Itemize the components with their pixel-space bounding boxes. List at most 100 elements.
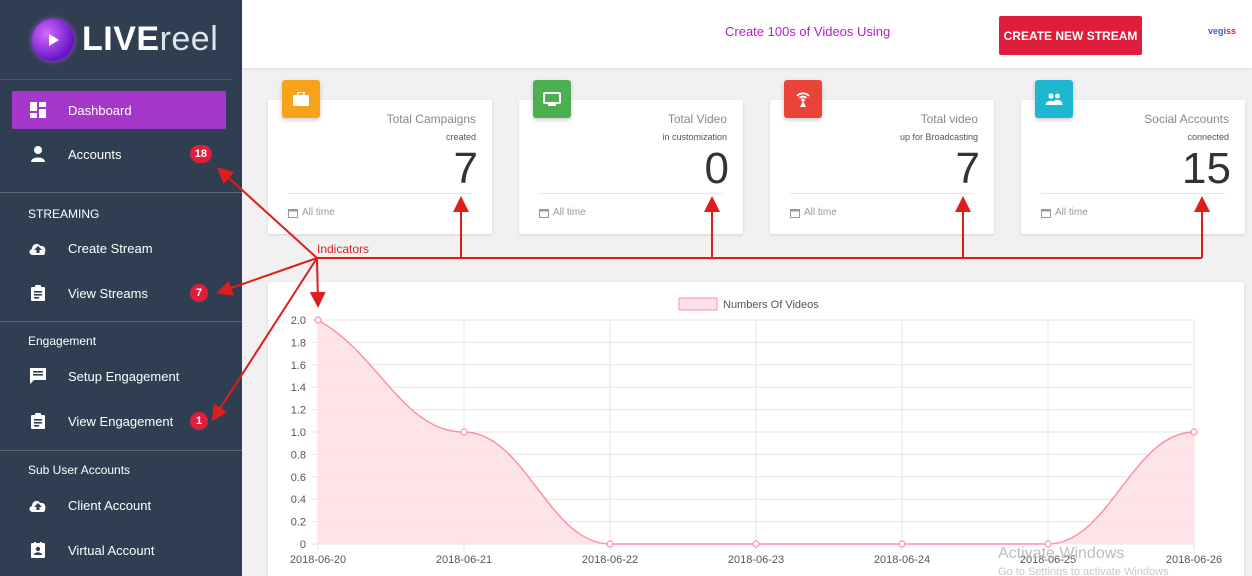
y-tick-label: 1.0 [291, 427, 306, 439]
y-tick-label: 1.2 [291, 405, 306, 417]
x-tick-label: 2018-06-24 [874, 554, 930, 566]
briefcase-icon [282, 80, 320, 118]
play-logo-icon [32, 18, 74, 61]
card-title: Total Video [667, 112, 727, 126]
sidebar-item-label: View Engagement [68, 413, 174, 429]
windows-watermark-sub: Go to Settings to activate Windows [998, 566, 1169, 576]
data-point [460, 428, 468, 436]
people-icon [1035, 80, 1073, 118]
annotation-label: Indicators [317, 242, 370, 256]
data-point [314, 316, 322, 324]
sidebar-item-virtual-account[interactable]: Virtual Account [12, 531, 226, 569]
promo-marquee[interactable]: Create 100s of Videos Using [725, 24, 900, 39]
sidebar-item-view-engagement[interactable]: View Engagement 1 [12, 402, 226, 440]
data-point [1190, 428, 1198, 436]
calendar-icon [1041, 208, 1051, 218]
sidebar-item-client-account[interactable]: Client Account [12, 486, 226, 524]
calendar-icon [790, 208, 800, 218]
card-subtitle: in customization [662, 132, 727, 142]
create-new-stream-button[interactable]: CREATE NEW STREAM [999, 16, 1142, 55]
sidebar-item-label: Virtual Account [68, 542, 155, 558]
cloud-upload-icon [28, 496, 48, 514]
sidebar-item-label: Create Stream [68, 240, 153, 256]
y-tick-label: 1.8 [291, 337, 306, 349]
x-tick-label: 2018-06-22 [582, 554, 638, 566]
logo-text: LIVEreel [82, 20, 219, 58]
app-logo[interactable]: LIVEreel [0, 0, 232, 80]
card-subtitle: up for Broadcasting [899, 132, 978, 142]
section-title-streaming: STREAMING [28, 207, 100, 221]
sidebar-divider [0, 192, 242, 193]
y-tick-label: 1.4 [291, 382, 306, 394]
y-tick-label: 0 [300, 539, 306, 551]
sidebar-item-label: Setup Engagement [68, 368, 180, 384]
stat-card-social-accounts: Social Accounts connected 15 All time [1021, 80, 1245, 234]
monitor-icon [533, 80, 571, 118]
x-tick-label: 2018-06-26 [1166, 554, 1222, 566]
data-point [606, 540, 614, 548]
x-tick-label: 2018-06-21 [436, 554, 492, 566]
card-subtitle: created [445, 132, 476, 142]
sidebar: LIVEreel Dashboard Accounts 18 STREAMING… [0, 0, 242, 576]
data-point [898, 540, 906, 548]
sidebar-item-dashboard[interactable]: Dashboard [12, 91, 226, 129]
calendar-icon [539, 208, 549, 218]
legend-label: Numbers Of Videos [723, 299, 819, 311]
sidebar-item-label: Client Account [68, 497, 152, 513]
sidebar-divider [0, 321, 242, 322]
clipboard-icon [28, 412, 48, 430]
broadcast-icon [784, 80, 822, 118]
card-footer: All time [288, 207, 335, 218]
top-header: Create 100s of Videos Using CREATE NEW S… [242, 0, 1252, 68]
card-footer: All time [790, 207, 837, 218]
data-point [752, 540, 760, 548]
sidebar-item-accounts[interactable]: Accounts 18 [12, 135, 226, 173]
calendar-icon [288, 208, 298, 218]
legend-swatch [678, 297, 718, 311]
y-tick-label: 1.6 [291, 360, 306, 372]
card-divider [790, 193, 974, 194]
y-tick-label: 0.6 [291, 472, 306, 484]
card-value: 7 [955, 144, 980, 193]
sidebar-item-label: Dashboard [68, 102, 132, 118]
card-footer: All time [1041, 207, 1088, 218]
stat-card-video-customization: Total Video in customization 0 All time [519, 80, 743, 234]
card-title: Social Accounts [1144, 112, 1229, 126]
engagement-badge: 1 [190, 412, 208, 430]
accounts-badge: 18 [189, 145, 212, 163]
brand-logo[interactable]: vegiss [1208, 26, 1236, 36]
card-divider [288, 193, 472, 194]
windows-watermark: Activate Windows [998, 545, 1125, 562]
card-title: Total video [920, 112, 978, 126]
sidebar-item-view-streams[interactable]: View Streams 7 [12, 274, 226, 312]
card-divider [1041, 193, 1225, 194]
person-icon [28, 145, 48, 163]
section-title-engagement: Engagement [28, 334, 97, 348]
x-tick-label: 2018-06-20 [290, 554, 346, 566]
sidebar-item-label: Accounts [68, 146, 122, 162]
contact-card-icon [28, 541, 48, 559]
streams-badge: 7 [190, 284, 208, 302]
stat-card-video-broadcasting: Total video up for Broadcasting 7 All ti… [770, 80, 994, 234]
videos-area-chart: 0 0.2 0.4 0.6 0.8 1.0 1.2 1.4 1.6 1.8 2.0 2018-06-2… [290, 297, 1222, 566]
sidebar-item-label: View Streams [68, 285, 148, 301]
y-tick-label: 0.8 [291, 449, 306, 461]
y-tick-label: 0.4 [291, 494, 306, 506]
card-divider [539, 193, 723, 194]
card-value: 7 [453, 144, 478, 193]
y-tick-label: 2.0 [291, 315, 306, 327]
dashboard-icon [28, 101, 48, 119]
videos-chart-card: 0 0.2 0.4 0.6 0.8 1.0 1.2 1.4 1.6 1.8 2.0 2018-06-2… [268, 282, 1244, 576]
sidebar-divider [0, 450, 242, 451]
card-subtitle: connected [1187, 132, 1229, 142]
card-value: 15 [1182, 144, 1231, 193]
x-tick-label: 2018-06-23 [728, 554, 784, 566]
card-title: Total Campaigns [386, 112, 476, 126]
y-tick-label: 0.2 [291, 517, 306, 529]
sidebar-item-setup-engagement[interactable]: Setup Engagement [12, 357, 226, 395]
section-title-sub-user-accounts: Sub User Accounts [28, 463, 131, 477]
cloud-upload-icon [28, 239, 48, 257]
message-icon [28, 367, 48, 385]
card-footer: All time [539, 207, 586, 218]
sidebar-item-create-stream[interactable]: Create Stream [12, 229, 226, 267]
